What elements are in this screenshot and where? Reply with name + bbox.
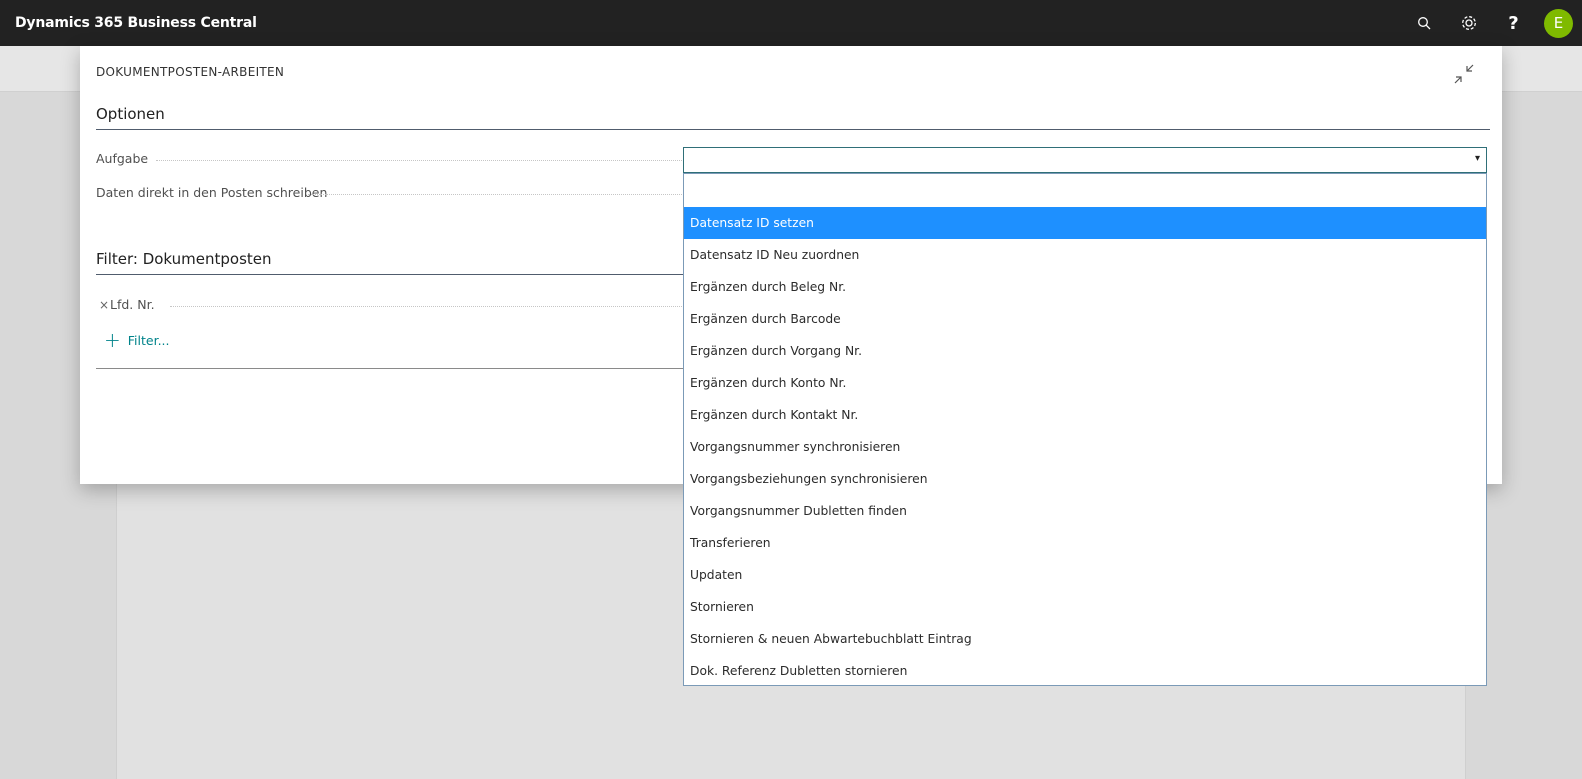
dropdown-option[interactable]: Vorgangsnummer Dubletten finden [684, 495, 1486, 527]
options-section-divider [96, 129, 1490, 130]
aufgabe-leader [156, 160, 756, 161]
dialog-caption: DOKUMENTPOSTEN-ARBEITEN [96, 65, 285, 79]
aufgabe-label: Aufgabe [96, 151, 149, 166]
help-label: ? [1508, 12, 1519, 34]
dropdown-option[interactable]: Vorgangsbeziehungen synchronisieren [684, 463, 1486, 495]
dropdown-option-blank[interactable] [684, 174, 1486, 207]
chevron-down-icon[interactable]: ▾ [1475, 153, 1480, 164]
aufgabe-dropdown-list[interactable]: Datensatz ID setzen Datensatz ID Neu zuo… [683, 173, 1487, 686]
filter-bottom-divider [96, 368, 696, 369]
dropdown-option[interactable]: Dok. Referenz Dubletten stornieren [684, 655, 1486, 687]
filter-section-divider [96, 274, 696, 275]
settings-icon[interactable] [1446, 0, 1491, 46]
help-icon[interactable]: ? [1491, 0, 1536, 46]
add-filter-label: Filter... [127, 332, 170, 348]
dropdown-option[interactable]: Updaten [684, 559, 1486, 591]
dropdown-option[interactable]: Ergänzen durch Vorgang Nr. [684, 335, 1486, 367]
dropdown-option[interactable]: Ergänzen durch Konto Nr. [684, 367, 1486, 399]
dropdown-option[interactable]: Ergänzen durch Beleg Nr. [684, 271, 1486, 303]
appbar-actions: ? E [1401, 0, 1582, 46]
dropdown-option[interactable]: Datensatz ID setzen [684, 207, 1486, 239]
filter-section-title[interactable]: Filter: Dokumentposten [96, 250, 272, 268]
remove-filter-icon[interactable]: × [99, 298, 109, 312]
dropdown-option[interactable]: Stornieren & neuen Abwartebuchblatt Eint… [684, 623, 1486, 655]
dropdown-option[interactable]: Transferieren [684, 527, 1486, 559]
options-section-title[interactable]: Optionen [96, 105, 165, 123]
avatar-initial: E [1553, 14, 1564, 32]
app-bar: Dynamics 365 Business Central ? E [0, 0, 1582, 46]
app-title: Dynamics 365 Business Central [15, 15, 257, 31]
dropdown-option[interactable]: Ergänzen durch Barcode [684, 303, 1486, 335]
collapse-icon[interactable] [1454, 64, 1474, 84]
filter-leader [170, 306, 756, 307]
add-filter-button[interactable]: + Filter... [104, 328, 170, 352]
search-icon[interactable] [1401, 0, 1446, 46]
aufgabe-combobox[interactable]: ▾ [683, 147, 1487, 173]
avatar[interactable]: E [1544, 8, 1573, 38]
filter-field-label: Lfd. Nr. [110, 297, 155, 312]
daten-label: Daten direkt in den Posten schreiben [96, 185, 328, 200]
dropdown-option[interactable]: Datensatz ID Neu zuordnen [684, 239, 1486, 271]
dropdown-option[interactable]: Vorgangsnummer synchronisieren [684, 431, 1486, 463]
dropdown-option[interactable]: Stornieren [684, 591, 1486, 623]
add-icon: + [104, 328, 121, 352]
dropdown-option[interactable]: Ergänzen durch Kontakt Nr. [684, 399, 1486, 431]
